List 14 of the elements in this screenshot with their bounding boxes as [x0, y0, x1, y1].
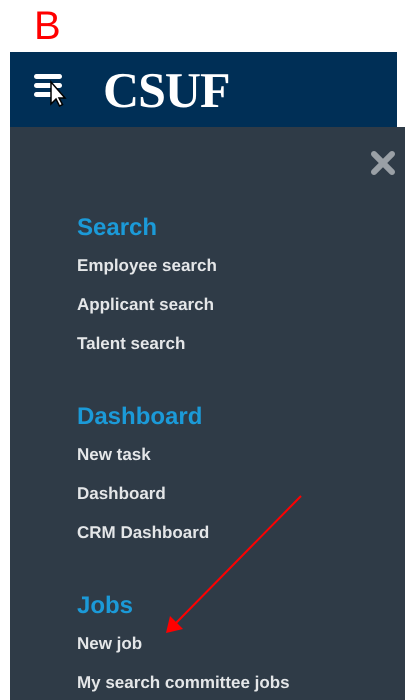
menu-link[interactable]: Applicant search: [77, 296, 214, 313]
annotation-label: B: [34, 6, 61, 46]
menu-link[interactable]: New job: [77, 635, 142, 652]
menu-link[interactable]: Employee search: [77, 257, 217, 274]
menu-link[interactable]: New task: [77, 446, 151, 463]
section-heading: Jobs: [77, 591, 134, 621]
menu-link[interactable]: CRM Dashboard: [77, 524, 210, 541]
section-heading: Dashboard: [77, 402, 204, 432]
menu-link[interactable]: Talent search: [77, 335, 186, 352]
logo: CSUF: [103, 64, 230, 114]
menu-link[interactable]: My search committee jobs: [77, 674, 290, 691]
close-icon[interactable]: [370, 150, 396, 176]
menu-link[interactable]: Dashboard: [77, 485, 166, 502]
section-heading: Search: [77, 213, 158, 243]
